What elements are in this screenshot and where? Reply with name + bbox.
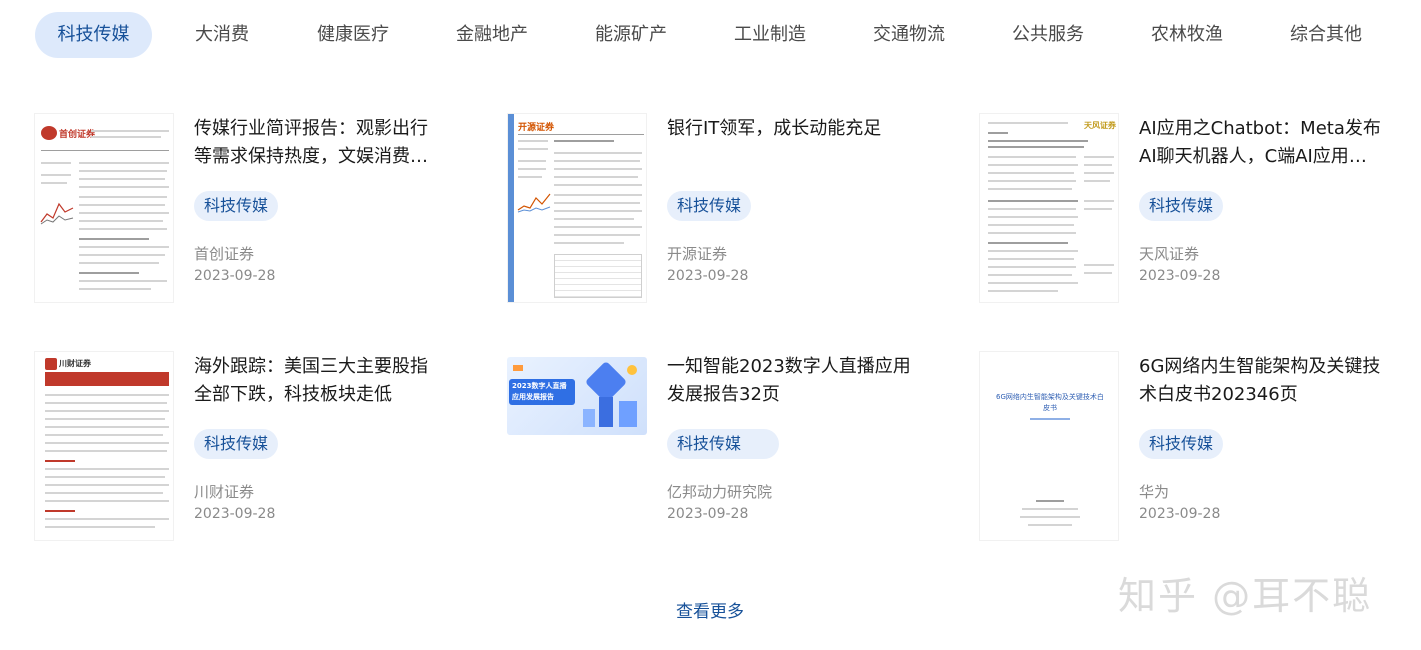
report-tag[interactable]: 科技传媒 — [194, 429, 279, 459]
report-title[interactable]: 海外跟踪：美国三大主要股指全部下跌，科技板块走低 — [194, 353, 439, 409]
report-source: 开源证券 — [667, 245, 728, 263]
report-card[interactable]: 6G网络内生智能架构及关键技术白皮书 6G网络内生智能架构及关键技术白皮书202… — [979, 351, 1380, 541]
report-date: 2023-09-28 — [1139, 506, 1221, 522]
report-card[interactable]: 首创证券 传媒行业简评报告：观影出行等需求保持热度，文娱消费… 科技传媒 首创证… — [34, 113, 434, 303]
cover-heading: 2023数字人直播应用发展报告 — [512, 382, 567, 401]
watermark: 知乎 @耳不聪 — [1118, 574, 1373, 618]
report-title[interactable]: 银行IT领军，成长动能充足 — [667, 115, 912, 143]
report-source: 天风证券 — [1139, 245, 1200, 263]
report-source: 亿邦动力研究院 — [667, 483, 773, 501]
report-title[interactable]: 传媒行业简评报告：观影出行等需求保持热度，文娱消费… — [194, 115, 439, 171]
report-title[interactable]: AI应用之Chatbot：Meta发布AI聊天机器人，C端AI应用落… — [1139, 115, 1384, 171]
report-date: 2023-09-28 — [667, 506, 749, 522]
tab-other[interactable]: 综合其他 — [1276, 12, 1376, 58]
tab-transport-logistics[interactable]: 交通物流 — [859, 12, 959, 58]
cover-banner: 2023数字人直播应用发展报告 — [507, 357, 647, 435]
report-thumbnail[interactable]: 开源证券 — [507, 113, 647, 303]
report-date: 2023-09-28 — [194, 506, 276, 522]
brand-logo-icon — [41, 126, 57, 140]
report-date: 2023-09-28 — [1139, 268, 1221, 284]
cover-heading: 6G网络内生智能架构及关键技术白皮书 — [996, 393, 1104, 412]
tab-finance-realestate[interactable]: 金融地产 — [442, 12, 542, 58]
report-date: 2023-09-28 — [667, 268, 749, 284]
report-tag[interactable]: 科技传媒 — [1139, 191, 1224, 221]
report-date: 2023-09-28 — [194, 268, 276, 284]
report-source: 华为 — [1139, 483, 1170, 501]
mini-chart-icon — [517, 193, 551, 213]
report-card[interactable]: 2023数字人直播应用发展报告 一知智能2023数字人直播应用发展报告32页 科… — [507, 351, 911, 541]
report-thumbnail[interactable]: 川财证券 — [34, 351, 174, 541]
thumbnail-brand: 川财证券 — [59, 359, 91, 368]
mini-table — [554, 254, 642, 298]
report-source: 川财证券 — [194, 483, 255, 501]
thumbnail-brand: 天风证券 — [1084, 121, 1116, 130]
report-thumbnail[interactable]: 6G网络内生智能架构及关键技术白皮书 — [979, 351, 1119, 541]
report-thumbnail[interactable]: 2023数字人直播应用发展报告 — [507, 351, 647, 541]
report-tag[interactable]: 科技传媒 — [667, 429, 779, 459]
report-card[interactable]: 开源证券 银行IT领军，成长动能充足 科技传媒 开源证券 2023-09-28 — [507, 113, 907, 303]
tab-agriculture[interactable]: 农林牧渔 — [1137, 12, 1237, 58]
category-tabs: 科技传媒 大消费 健康医疗 金融地产 能源矿产 工业制造 交通物流 公共服务 农… — [0, 12, 1421, 58]
report-title[interactable]: 6G网络内生智能架构及关键技术白皮书202346页 — [1139, 353, 1384, 409]
report-source: 首创证券 — [194, 245, 255, 263]
report-thumbnail[interactable]: 天风证券 — [979, 113, 1119, 303]
report-card[interactable]: 天风证券 AI应用之Chatbot：Meta发布AI聊天机器人，C端AI应用落…… — [979, 113, 1381, 303]
report-title[interactable]: 一知智能2023数字人直播应用发展报告32页 — [667, 353, 912, 409]
view-more-link[interactable]: 查看更多 — [660, 597, 760, 622]
brand-logo-icon — [45, 358, 57, 370]
tab-healthcare[interactable]: 健康医疗 — [303, 12, 403, 58]
report-tag[interactable]: 科技传媒 — [667, 191, 752, 221]
header-band — [45, 372, 169, 386]
mini-chart-icon — [40, 202, 74, 225]
tab-industrial[interactable]: 工业制造 — [720, 12, 820, 58]
tab-consumer[interactable]: 大消费 — [176, 12, 268, 58]
tab-energy-mining[interactable]: 能源矿产 — [581, 12, 681, 58]
tab-public-service[interactable]: 公共服务 — [998, 12, 1098, 58]
report-card[interactable]: 川财证券 海外跟踪：美国三大主要股指全部下跌，科技板块走低 科技传媒 川财证券 … — [34, 351, 434, 541]
report-thumbnail[interactable]: 首创证券 — [34, 113, 174, 303]
thumbnail-brand: 开源证券 — [518, 123, 555, 133]
report-tag[interactable]: 科技传媒 — [194, 191, 279, 221]
tab-tech-media[interactable]: 科技传媒 — [35, 12, 152, 58]
report-tag[interactable]: 科技传媒 — [1139, 429, 1224, 459]
thumbnail-brand: 首创证券 — [59, 130, 96, 140]
